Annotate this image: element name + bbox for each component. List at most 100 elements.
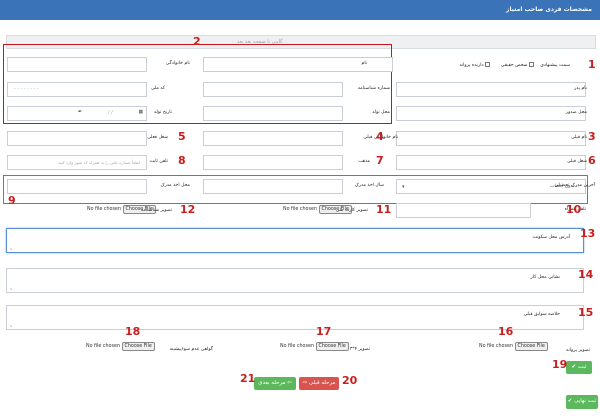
degree-year-label: سال اخذ مدرک xyxy=(354,183,384,188)
landline-placeholder: لطفاً شماره تلفن را به همراه کد شهر وارد… xyxy=(58,160,140,165)
prev-name-input[interactable] xyxy=(396,131,586,146)
resize-grip-icon: ↘ xyxy=(9,246,13,251)
person-type-real[interactable]: شخص حقیقی xyxy=(501,62,534,68)
person-type-real-label: شخص حقیقی xyxy=(500,63,528,68)
prev-job-label: شغل قبلی xyxy=(567,159,587,164)
annotation-2: 2 xyxy=(193,35,201,48)
check-icon: ✔ xyxy=(571,364,577,370)
degree-year-input[interactable] xyxy=(203,179,343,194)
resize-grip-icon: ↘ xyxy=(9,323,13,328)
annotation-14: 14 xyxy=(578,268,594,281)
father-label: نام پدر xyxy=(574,86,587,91)
annotation-6: 6 xyxy=(588,154,596,167)
national-card-file-status: No file chosen xyxy=(283,207,317,212)
mobile-input[interactable] xyxy=(396,203,531,218)
birth-place-label: محل تولد xyxy=(372,110,390,115)
annotation-17: 17 xyxy=(316,325,332,338)
birth-date-label: تاریخ تولد xyxy=(153,110,172,115)
religion-input[interactable] xyxy=(203,155,343,170)
national-code-label: کد ملی xyxy=(151,86,165,91)
calendar-icon[interactable]: ▦ xyxy=(138,110,143,115)
no-record-label: گواهی عدم سوءپیشینه xyxy=(169,347,213,352)
annotation-4: 4 xyxy=(376,130,384,143)
landline-label: تلفن ثابت xyxy=(149,159,168,164)
birth-date-placeholder: / / xyxy=(108,111,113,116)
checkbox-real[interactable] xyxy=(529,62,534,67)
id-number-input[interactable] xyxy=(203,82,343,97)
landline-input[interactable]: لطفاً شماره تلفن را به همراه کد شهر وارد… xyxy=(7,155,147,170)
photo-file[interactable]: No file chosen Choose File xyxy=(280,342,349,351)
checkbox-legal[interactable] xyxy=(485,62,490,67)
arrow-icon: ⇨ xyxy=(302,380,308,386)
check-icon: ✔ xyxy=(567,398,573,404)
issue-place-input[interactable] xyxy=(396,106,586,121)
annotation-5: 5 xyxy=(178,130,186,143)
annotation-11: 11 xyxy=(376,203,392,216)
person-type-label: سمت پیشنهادی xyxy=(540,63,570,68)
person-type-legal[interactable]: دارنده پروانه xyxy=(459,62,490,68)
family-label: نام خانوادگی xyxy=(165,61,190,66)
annotation-16: 16 xyxy=(498,325,514,338)
person-type-legal-label: دارنده پروانه xyxy=(459,63,484,68)
prev-step-label: مرحله قبلی xyxy=(308,380,336,386)
annotation-15: 15 xyxy=(578,306,594,319)
prev-job-input[interactable] xyxy=(396,155,586,170)
save-button-label: ثبت xyxy=(577,364,587,370)
birth-place-input[interactable] xyxy=(203,106,343,121)
degree-place-label: محل اخذ مدرک xyxy=(160,183,190,188)
id-card-file-status: No file chosen xyxy=(87,207,121,212)
final-submit-button[interactable]: ✔ ثبت نهایی xyxy=(566,395,598,409)
degree-place-input[interactable] xyxy=(7,179,147,194)
license-label: تصویر پروانه xyxy=(566,348,590,353)
annotation-10: 10 xyxy=(566,203,582,216)
national-card-label: تصویر کارت ملی xyxy=(335,208,368,213)
current-job-label: شغل فعلی xyxy=(147,135,168,140)
save-button[interactable]: ✔ ثبت xyxy=(566,361,592,374)
next-step-button[interactable]: مرحله بعدی ⇦ xyxy=(254,377,296,390)
photo-file-status: No file chosen xyxy=(280,344,314,349)
home-address-label: آدرس محل سکونت xyxy=(532,235,570,240)
no-record-file-status: No file chosen xyxy=(86,344,120,349)
license-file[interactable]: No file chosen Choose File xyxy=(479,342,548,351)
annotation-3: 3 xyxy=(588,130,596,143)
chevron-down-icon: ▾ xyxy=(402,184,405,190)
issue-place-label: محل صدور xyxy=(565,110,587,115)
resize-grip-icon: ↘ xyxy=(9,286,13,291)
annotation-8: 8 xyxy=(178,154,186,167)
id-card-label: تصویر شناسنامه xyxy=(140,208,172,213)
eraser-icon[interactable]: ✒ xyxy=(78,110,82,115)
religion-label: مذهب xyxy=(358,159,370,164)
annotation-7: 7 xyxy=(376,154,384,167)
birth-date-input[interactable]: ✒ / / ▦ xyxy=(7,106,147,121)
annotation-20: 20 xyxy=(342,374,358,387)
degree-label: آخرین مدرک تحصیلی xyxy=(554,183,595,188)
no-record-file[interactable]: No file chosen Choose File xyxy=(86,342,155,351)
form-title: مشخصات فردی صاحب امتیاز xyxy=(506,6,592,13)
family-input[interactable] xyxy=(7,57,147,72)
form-header: مشخصات فردی صاحب امتیاز xyxy=(0,0,600,20)
annotation-18: 18 xyxy=(125,325,141,338)
annotation-1: 1 xyxy=(588,58,596,71)
photo-choose-button[interactable]: Choose File xyxy=(315,342,349,351)
name-label: نام xyxy=(361,61,367,66)
annotation-9: 9 xyxy=(8,194,16,207)
final-submit-label: ثبت نهایی xyxy=(574,398,597,404)
home-address-textarea[interactable]: ↘ xyxy=(6,228,584,253)
no-record-choose-button[interactable]: Choose File xyxy=(121,342,155,351)
background-label: خلاصه سوابق قبلی xyxy=(523,312,560,317)
license-choose-button[interactable]: Choose File xyxy=(514,342,548,351)
annotation-13: 13 xyxy=(580,227,596,240)
father-input[interactable] xyxy=(396,82,586,97)
current-job-input[interactable] xyxy=(7,131,147,146)
work-address-label: نشانی محل کار xyxy=(530,275,560,280)
photo-label: تصویر ۴*۳ xyxy=(349,347,370,352)
prev-family-input[interactable] xyxy=(203,131,343,146)
annotation-21: 21 xyxy=(240,372,256,385)
prev-step-button[interactable]: ⇨ مرحله قبلی xyxy=(299,377,339,390)
annotation-12: 12 xyxy=(180,203,196,216)
arrow-icon: ⇦ xyxy=(287,380,292,386)
work-address-textarea[interactable]: ↘ xyxy=(6,268,584,293)
national-code-placeholder: - - - - - - - - xyxy=(14,87,39,92)
next-step-label: مرحله بعدی xyxy=(258,380,286,386)
national-code-input[interactable]: - - - - - - - - xyxy=(7,82,147,97)
